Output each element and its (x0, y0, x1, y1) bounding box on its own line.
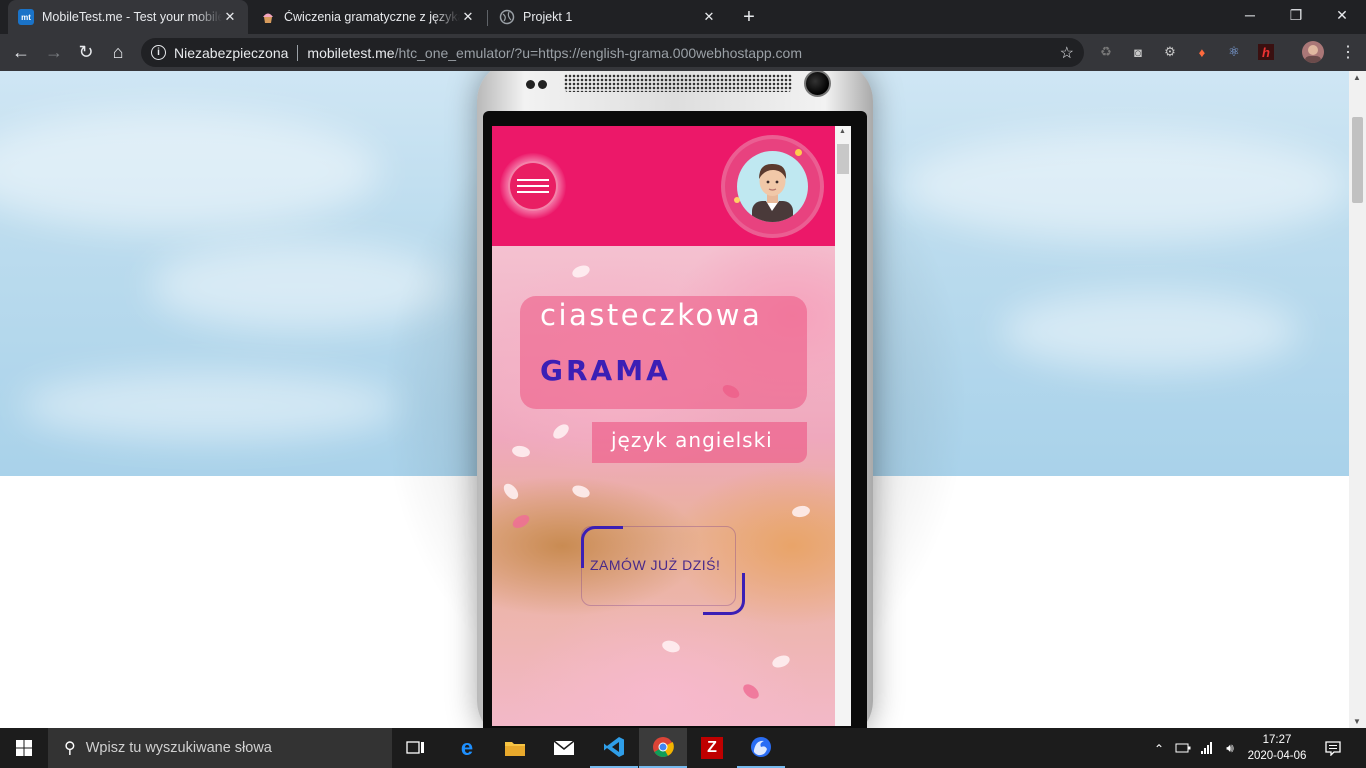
task-view-icon[interactable] (392, 728, 440, 768)
close-tab-icon[interactable]: ✕ (222, 9, 238, 25)
fire-extension-icon[interactable]: ♦ (1194, 44, 1210, 60)
site-title-main: GRAMA (540, 354, 671, 387)
address-divider (297, 44, 299, 61)
url-host: mobiletest.me (307, 44, 395, 61)
tab-title: Projekt 1 (523, 10, 573, 24)
sparkle-icon (795, 149, 802, 156)
clock-date: 2020-04-06 (1247, 750, 1307, 762)
chrome-icon[interactable] (639, 728, 687, 768)
home-icon[interactable]: ⌂ (104, 38, 132, 66)
hamburger-line (517, 185, 549, 187)
close-tab-icon[interactable]: ✕ (701, 9, 717, 25)
react-extension-icon[interactable]: ⚛ (1226, 44, 1242, 60)
taskbar-search-box[interactable]: ⚲ Wpisz tu wyszukiwane słowa (48, 728, 392, 768)
corner-bracket (703, 573, 745, 615)
page-scrollbar[interactable]: ▲ ▼ (1349, 71, 1366, 728)
start-button[interactable] (0, 728, 48, 768)
file-explorer-icon[interactable] (491, 728, 539, 768)
tab-title: Ćwiczenia gramatyczne z języka a (284, 10, 460, 24)
tab-mobiletest[interactable]: mt MobileTest.me - Test your mobile ✕ (8, 0, 248, 34)
camera-extension-icon[interactable]: ◙ (1130, 44, 1146, 60)
order-now-label: ZAMÓW JUŻ DZIŚ! (590, 557, 721, 573)
chevron-up-icon[interactable]: ⌃ (1151, 741, 1167, 757)
page-viewport: ciasteczkowa GRAMA język angielski ZAMÓW… (0, 71, 1349, 728)
avatar (737, 151, 808, 222)
tab-cwiczenia[interactable]: Ćwiczenia gramatyczne z języka a ✕ (250, 0, 486, 34)
hamburger-menu-button[interactable] (500, 153, 566, 219)
speaker-grille (564, 74, 792, 92)
info-icon[interactable]: i (151, 45, 166, 60)
avatar-button[interactable] (721, 135, 824, 238)
search-placeholder: Wpisz tu wyszukiwane słowa (85, 740, 272, 756)
notifications-icon[interactable] (1325, 740, 1341, 756)
globe-icon (499, 9, 515, 25)
site-title-top: ciasteczkowa (540, 298, 763, 332)
filezilla-icon[interactable]: Z (688, 728, 736, 768)
tab-projekt[interactable]: Projekt 1 ✕ (489, 0, 727, 34)
browser-toolbar: ← → ↻ ⌂ i Niezabezpieczona mobiletest.me… (0, 34, 1366, 71)
htc-one-emulator: ciasteczkowa GRAMA język angielski ZAMÓW… (477, 71, 873, 728)
url-path: /htc_one_emulator/?u=https://english-gra… (394, 44, 802, 61)
order-now-button[interactable]: ZAMÓW JUŻ DZIŚ! (581, 526, 745, 615)
hamburger-line (517, 179, 549, 181)
search-icon: ⚲ (64, 740, 76, 757)
profile-avatar-icon[interactable] (1302, 41, 1324, 63)
back-icon[interactable]: ← (7, 38, 35, 66)
firefox-icon[interactable] (737, 728, 785, 768)
sensor-icon (538, 80, 547, 89)
tab-title: MobileTest.me - Test your mobile (42, 10, 222, 24)
hero-section: ciasteczkowa GRAMA język angielski ZAMÓW… (492, 246, 835, 726)
gear-extension-icon[interactable]: ⚙ (1162, 44, 1178, 60)
emulator-scroll-thumb[interactable] (837, 144, 849, 174)
scroll-up-icon[interactable]: ▲ (1353, 73, 1361, 82)
address-bar[interactable]: i Niezabezpieczona mobiletest.me /htc_on… (141, 38, 1084, 67)
security-label: Niezabezpieczona (174, 44, 289, 61)
cupcake-icon (260, 9, 276, 25)
h-extension-icon[interactable]: h (1258, 44, 1274, 60)
restore-button[interactable]: ❐ (1273, 0, 1319, 30)
system-clock[interactable]: 17:27 2020-04-06 (1247, 732, 1307, 764)
tab-separator (487, 10, 488, 26)
new-tab-button[interactable]: + (737, 5, 761, 29)
close-window-button[interactable]: ✕ (1319, 0, 1365, 30)
bookmark-star-icon[interactable]: ☆ (1060, 43, 1074, 63)
sparkle-icon (734, 197, 740, 203)
forward-icon[interactable]: → (40, 38, 68, 66)
front-camera-icon (804, 71, 831, 97)
emulator-scrollbar[interactable]: ▲ (835, 126, 851, 726)
site-subtitle: język angielski (611, 428, 773, 452)
minimize-button[interactable]: ─ (1227, 0, 1273, 30)
mobiletest-favicon-icon: mt (18, 9, 34, 25)
site-header (492, 126, 835, 246)
phone-screen: ciasteczkowa GRAMA język angielski ZAMÓW… (492, 126, 835, 726)
mail-icon[interactable] (540, 728, 588, 768)
recycle-extension-icon[interactable]: ♻ (1098, 44, 1114, 60)
scroll-down-icon[interactable]: ▼ (1353, 717, 1361, 726)
edge-icon[interactable]: e (443, 728, 491, 768)
tab-strip: mt MobileTest.me - Test your mobile ✕ Ćw… (0, 0, 1366, 34)
close-tab-icon[interactable]: ✕ (460, 9, 476, 25)
clock-time: 17:27 (1262, 734, 1292, 746)
vscode-icon[interactable] (590, 728, 638, 768)
sensor-icon (526, 80, 535, 89)
network-icon[interactable] (1199, 740, 1215, 756)
battery-icon[interactable] (1175, 740, 1191, 756)
windows-taskbar: ⚲ Wpisz tu wyszukiwane słowa e Z ⌃ 🔊︎ 17… (0, 728, 1366, 768)
windows-logo-icon (16, 740, 32, 756)
volume-icon[interactable]: 🔊︎ (1222, 740, 1238, 756)
hamburger-line (517, 191, 549, 193)
reload-icon[interactable]: ↻ (72, 38, 100, 66)
page-scroll-thumb[interactable] (1352, 117, 1363, 203)
menu-dots-icon[interactable]: ⋮ (1340, 44, 1356, 61)
